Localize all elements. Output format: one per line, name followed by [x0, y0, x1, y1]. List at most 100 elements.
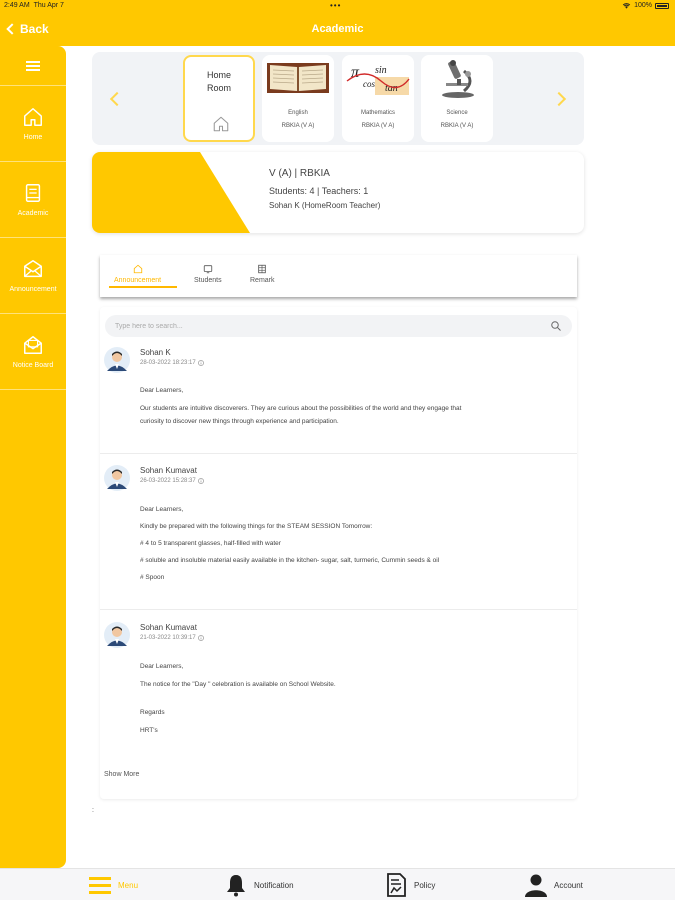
navbar: Back Academic — [0, 14, 675, 46]
sidebar-item-notice-board[interactable]: Notice Board — [0, 314, 66, 390]
sidebar-item-label: Announcement — [9, 286, 57, 293]
home-icon — [213, 116, 229, 132]
book-icon — [25, 184, 41, 202]
post-line: Kindly be prepared with the following th… — [140, 523, 373, 530]
subject-card-science[interactable]: Science RBKIA (V A) — [421, 55, 493, 142]
battery-icon — [655, 2, 669, 9]
subject-name: Mathematics — [360, 110, 395, 116]
post-date-text: 26-03-2022 15:28:37 — [140, 478, 196, 484]
tab-label: Remark — [250, 277, 275, 284]
sidebar-item-label: Home — [23, 134, 43, 141]
post-line: # Spoon — [140, 574, 165, 581]
bottom-tab-account[interactable]: Account — [524, 873, 583, 897]
bottom-tab-label: Account — [554, 880, 583, 890]
subject-carousel: Home Room English RBKIA (V A) π sin cos … — [92, 52, 584, 145]
post-date-text: 28-03-2022 18:23:17 — [140, 360, 196, 366]
post-date: 21-03-2022 10:39:17 — [140, 635, 204, 641]
bottom-tab-label: Menu — [118, 880, 139, 890]
multitask-dots[interactable]: ••• — [330, 1, 341, 10]
homeroom-label-line1: Home — [206, 70, 231, 80]
avatar — [104, 347, 130, 373]
post-line: Dear Learners, — [140, 387, 184, 394]
subject-name: English — [288, 110, 308, 116]
post-line: # 4 to 5 transparent glasses, half-fille… — [140, 540, 281, 547]
info-icon[interactable] — [197, 635, 204, 641]
post-author: Sohan K — [140, 348, 171, 357]
tab-label: Students — [194, 277, 222, 284]
chevron-right-icon[interactable] — [551, 91, 567, 107]
sidebar-item-label: Notice Board — [12, 362, 54, 369]
envelope-icon — [24, 260, 42, 278]
grid-icon — [258, 264, 266, 274]
active-tab-indicator — [109, 286, 177, 288]
menu-icon — [89, 877, 111, 894]
info-icon[interactable] — [197, 478, 204, 484]
avatar — [104, 465, 130, 491]
announcement-panel: Sohan K 28-03-2022 18:23:17 Dear Learner… — [100, 307, 577, 799]
subject-section: RBKIA (V A) — [281, 123, 315, 129]
sidebar-item-academic[interactable]: Academic — [0, 162, 66, 238]
bottom-tab-label: Notification — [254, 880, 294, 890]
post-line: HRT's — [140, 727, 158, 734]
avatar — [104, 622, 130, 648]
monitor-icon — [203, 265, 212, 274]
microscope-icon — [424, 59, 490, 99]
person-icon — [525, 874, 547, 897]
post-line: Dear Learners, — [140, 506, 184, 513]
bottom-tab-notification[interactable]: Notification — [224, 873, 294, 897]
sidebar-item-home[interactable]: Home — [0, 86, 66, 162]
home-icon — [24, 108, 42, 126]
search-input[interactable] — [115, 319, 535, 333]
post-line: The notice for the "Day " celebration is… — [140, 681, 336, 688]
post-divider — [100, 453, 577, 454]
tab-announcement[interactable]: Announcement — [114, 264, 161, 284]
chevron-left-icon[interactable] — [109, 91, 125, 107]
sidebar-menu-button[interactable] — [0, 46, 66, 86]
math-symbols-icon: π sin cos tan — [345, 59, 411, 99]
post-author: Sohan Kumavat — [140, 466, 197, 475]
post-line: # soluble and insoluble material easily … — [140, 557, 440, 564]
bottom-tab-label: Policy — [414, 880, 436, 890]
class-teacher: Sohan K (HomeRoom Teacher) — [269, 201, 381, 210]
bottom-tab-policy[interactable]: Policy — [384, 873, 435, 897]
battery-percent: 100% — [634, 2, 652, 9]
document-icon — [387, 873, 406, 897]
post-line: Regards — [140, 709, 165, 716]
svg-text:sin: sin — [375, 65, 387, 76]
post-divider — [100, 609, 577, 610]
post-date: 28-03-2022 18:23:17 — [140, 360, 204, 366]
status-right: 100% — [622, 2, 669, 9]
homeroom-card[interactable]: Home Room — [183, 55, 255, 142]
show-more-link[interactable]: Show More — [104, 771, 139, 778]
open-book-icon — [267, 63, 329, 93]
subject-card-mathematics[interactable]: π sin cos tan Mathematics RBKIA (V A) — [342, 55, 414, 142]
search-icon[interactable] — [550, 320, 562, 332]
search-bar — [105, 315, 572, 337]
page-title: Academic — [311, 23, 364, 35]
home-icon — [133, 264, 142, 274]
subject-section: RBKIA (V A) — [440, 123, 474, 129]
class-counts: Students: 4 | Teachers: 1 — [269, 186, 369, 196]
svg-text:cos: cos — [363, 79, 375, 89]
tab-remark[interactable]: Remark — [250, 264, 275, 284]
homeroom-label-line2: Room — [206, 83, 231, 93]
post-date: 26-03-2022 15:28:37 — [140, 478, 204, 484]
announcement-post: Sohan Kumavat 21-03-2022 10:39:17 Dear L… — [100, 622, 577, 762]
decorative-wedge — [92, 152, 250, 233]
homeroom-label: Home Room — [185, 69, 253, 95]
post-line: Our students are intuitive discoverers. … — [140, 405, 462, 412]
sidebar-item-announcement[interactable]: Announcement — [0, 238, 66, 314]
sidebar-item-label: Academic — [17, 210, 49, 217]
class-title: V (A) | RBKIA — [269, 168, 330, 179]
bottom-tab-menu[interactable]: Menu — [88, 873, 138, 897]
tab-label: Announcement — [114, 277, 162, 284]
post-date-text: 21-03-2022 10:39:17 — [140, 635, 196, 641]
post-author: Sohan Kumavat — [140, 623, 197, 632]
post-line: curiosity to discover new things through… — [140, 418, 339, 425]
status-date: Thu Apr 7 — [33, 2, 64, 9]
info-icon[interactable] — [197, 360, 204, 366]
tab-students[interactable]: Students — [194, 264, 222, 284]
subject-section: RBKIA (V A) — [361, 123, 395, 129]
bell-icon — [227, 875, 245, 897]
subject-card-english[interactable]: English RBKIA (V A) — [262, 55, 334, 142]
